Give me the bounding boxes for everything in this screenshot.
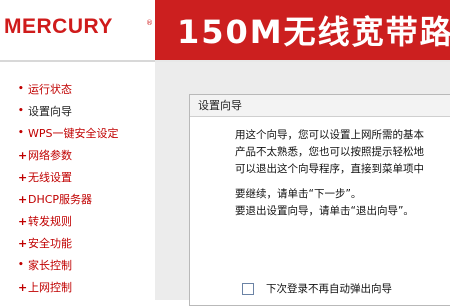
sidebar-item-label: 上网控制 — [28, 281, 72, 294]
sidebar-item-forwarding[interactable]: + 转发规则 — [18, 211, 72, 231]
sidebar-item-wireless[interactable]: + 无线设置 — [18, 167, 72, 187]
logo-text: MERCURY — [4, 15, 113, 38]
registered-mark: ® — [146, 19, 153, 27]
product-title: 150M无线宽带路 — [177, 13, 450, 51]
expand-plus-icon: + — [18, 192, 28, 206]
sidebar-item-wizard[interactable]: • 设置向导 — [18, 101, 72, 121]
sidebar-item-status[interactable]: • 运行状态 — [18, 79, 72, 99]
expand-plus-icon: + — [18, 148, 28, 162]
sidebar-item-label: 运行状态 — [28, 83, 72, 96]
sidebar-item-parental[interactable]: • 家长控制 — [18, 255, 72, 275]
sidebar-item-dhcp[interactable]: + DHCP服务器 — [18, 189, 92, 209]
sidebar-item-label: 设置向导 — [28, 105, 72, 118]
sidebar-item-label: 家长控制 — [28, 259, 72, 272]
sidebar-nav: • 运行状态 • 设置向导 • WPS一键安全设定 + 网络参数 + 无线设置 … — [0, 62, 155, 300]
sidebar-item-access-control[interactable]: + 上网控制 — [18, 277, 72, 297]
panel-title: 设置向导 — [190, 95, 450, 117]
sidebar-item-label: WPS一键安全设定 — [28, 127, 119, 140]
expand-plus-icon: + — [18, 170, 28, 184]
description-line: 用这个向导，您可以设置上网所需的基本 — [235, 129, 424, 141]
wizard-description: 用这个向导，您可以设置上网所需的基本 产品不太熟悉，您也可以按照提示轻松地 可以… — [235, 127, 450, 220]
sidebar-item-wps[interactable]: • WPS一键安全设定 — [18, 123, 119, 143]
sidebar-item-label: 转发规则 — [28, 215, 72, 228]
bullet-icon: • — [18, 260, 24, 270]
sidebar-item-label: 网络参数 — [28, 149, 72, 162]
description-line: 可以退出这个向导程序，直接到菜单项中 — [235, 163, 424, 175]
bullet-icon: • — [18, 128, 24, 138]
sidebar-item-label: DHCP服务器 — [28, 193, 93, 206]
bullet-icon: • — [18, 106, 24, 116]
sidebar-item-label: 安全功能 — [28, 237, 72, 250]
description-line: 产品不太熟悉，您也可以按照提示轻松地 — [235, 146, 424, 158]
no-popup-checkbox[interactable] — [242, 282, 254, 295]
main-content: 设置向导 用这个向导，您可以设置上网所需的基本 产品不太熟悉，您也可以按照提示轻… — [155, 62, 450, 306]
continue-instruction: 要继续，请单击“下一步”。 — [235, 188, 362, 200]
expand-plus-icon: + — [18, 236, 28, 250]
expand-plus-icon: + — [18, 280, 28, 294]
checkbox-label: 下次登录不再自动弹出向导 — [266, 283, 392, 295]
sidebar-item-label: 无线设置 — [28, 171, 72, 184]
header-banner: 150M无线宽带路 — [155, 0, 450, 62]
exit-instruction: 要退出设置向导，请单击“退出向导”。 — [235, 205, 414, 217]
header: MERCURY ® 150M无线宽带路 — [0, 0, 450, 62]
logo: MERCURY ® — [0, 0, 155, 60]
sidebar-item-security[interactable]: + 安全功能 — [18, 233, 72, 253]
auto-popup-option: 下次登录不再自动弹出向导 — [242, 281, 392, 296]
bullet-icon: • — [18, 84, 24, 94]
wizard-panel: 设置向导 用这个向导，您可以设置上网所需的基本 产品不太熟悉，您也可以按照提示轻… — [189, 94, 450, 306]
expand-plus-icon: + — [18, 214, 28, 228]
sidebar-item-network[interactable]: + 网络参数 — [18, 145, 72, 165]
